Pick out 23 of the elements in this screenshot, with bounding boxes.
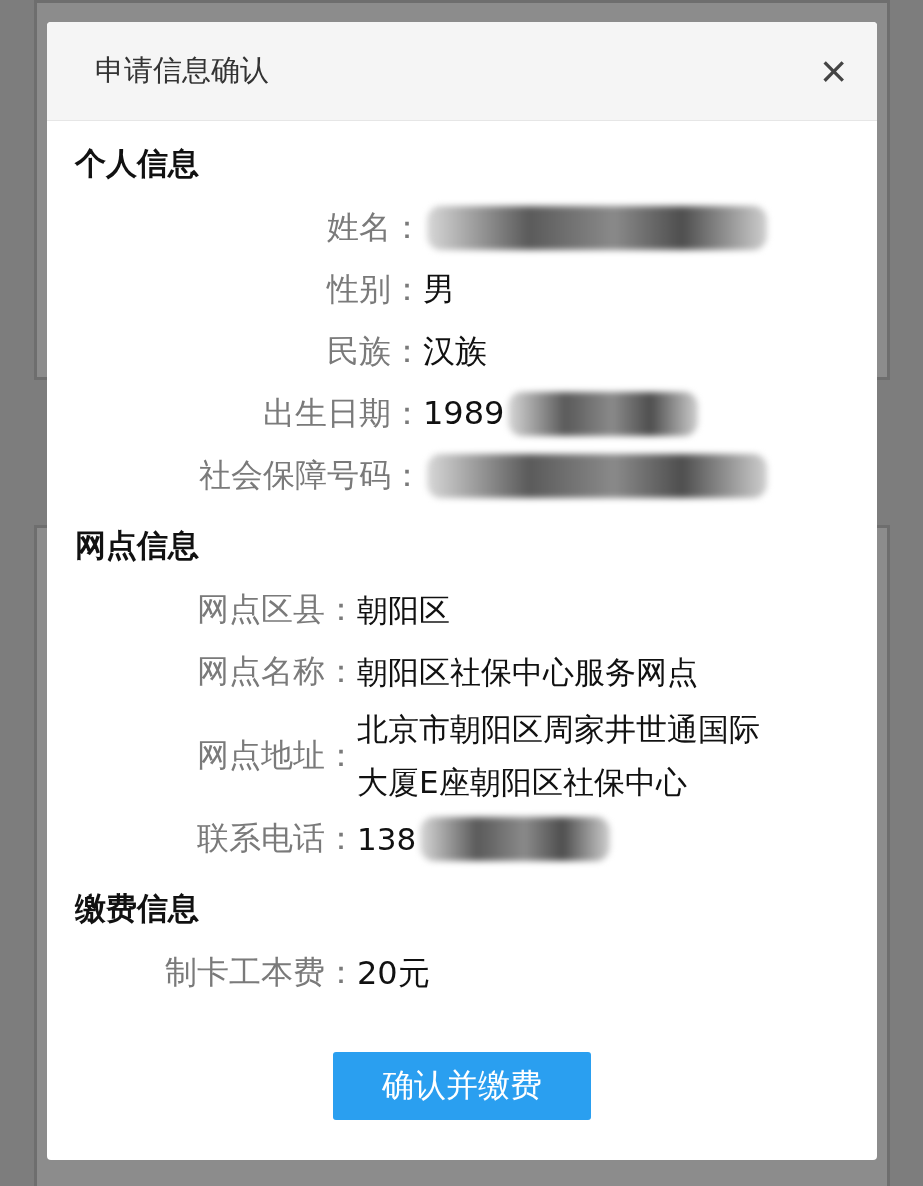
- section-heading: 缴费信息: [75, 889, 200, 929]
- field-label: 网点名称：: [196, 651, 357, 692]
- field-label: 网点地址：: [196, 734, 357, 776]
- field-value: 男: [423, 269, 455, 311]
- section-heading: 网点信息: [75, 526, 200, 565]
- field-value: 朝阳区社保中心服务网点: [357, 652, 698, 692]
- field-label: 制卡工本费：: [164, 952, 357, 994]
- field-label: 联系电话：: [196, 818, 357, 860]
- field-label: 姓名：: [326, 207, 423, 248]
- field-value: 北京市朝阳区周家井世通国际大厦E座朝阳区社保中心: [357, 710, 761, 802]
- dialog-title: 申请信息确认: [95, 52, 269, 89]
- field-label: 网点区县：: [196, 589, 357, 630]
- field-label: 性别：: [325, 269, 423, 310]
- close-button[interactable]: ×: [820, 48, 847, 94]
- section-heading: 个人信息: [75, 144, 200, 183]
- field-value: 20元: [357, 952, 430, 994]
- field-label: 社会保障号码：: [198, 455, 423, 496]
- field-label: 民族：: [326, 331, 423, 372]
- field-value: 朝阳区: [357, 590, 450, 630]
- field-value: 138: [357, 820, 417, 860]
- field-value: 汉族: [423, 331, 487, 373]
- field-value: 1989: [423, 393, 505, 435]
- field-label: 出生日期：: [262, 393, 423, 434]
